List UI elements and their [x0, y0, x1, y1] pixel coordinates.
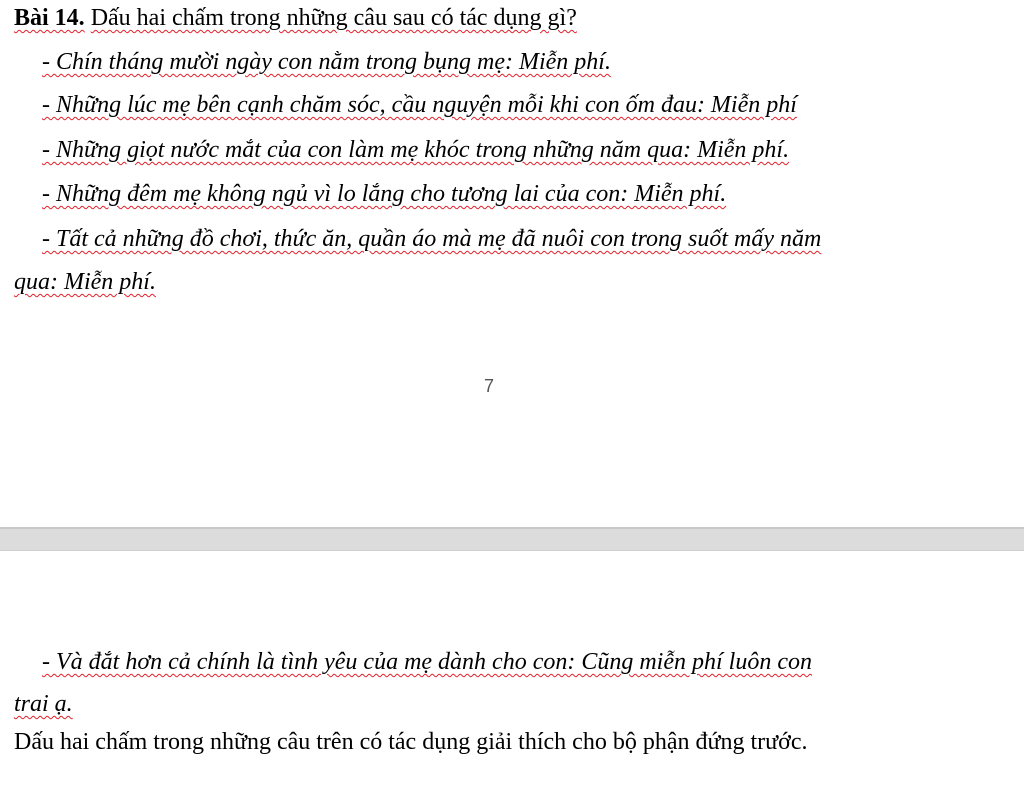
example-line-2: - Những lúc mẹ bên cạnh chăm sóc, cầu ng… [42, 92, 797, 118]
example-line-1: - Chín tháng mười ngày con nằm trong bụn… [42, 49, 611, 75]
exercise-number: Bài 14. [14, 5, 85, 31]
exercise-question: Dấu hai chấm trong những câu sau có tác … [90, 5, 577, 31]
page-break-separator [0, 527, 1024, 551]
document-page-8: - Và đắt hơn cả chính là tình yêu của mẹ… [0, 551, 1024, 787]
example-line-4: - Những đêm mẹ không ngủ vì lo lắng cho … [42, 181, 727, 207]
example-line-6: - Và đắt hơn cả chính là tình yêu của mẹ… [42, 649, 812, 675]
answer-text: Dấu hai chấm trong những câu trên có tác… [14, 729, 808, 755]
example-line-5-continued: qua: Miễn phí. [14, 269, 156, 295]
page-number: 7 [483, 376, 494, 396]
example-line-3: - Những giọt nước mắt của con làm mẹ khó… [42, 137, 790, 163]
example-line-6-continued: trai ạ. [14, 691, 73, 717]
exercise-title: Bài 14. Dấu hai chấm trong những câu sau… [14, 3, 577, 33]
example-line-5: - Tất cả những đồ chơi, thức ăn, quần áo… [42, 226, 822, 252]
document-page-7: Bài 14. Dấu hai chấm trong những câu sau… [0, 0, 1024, 527]
